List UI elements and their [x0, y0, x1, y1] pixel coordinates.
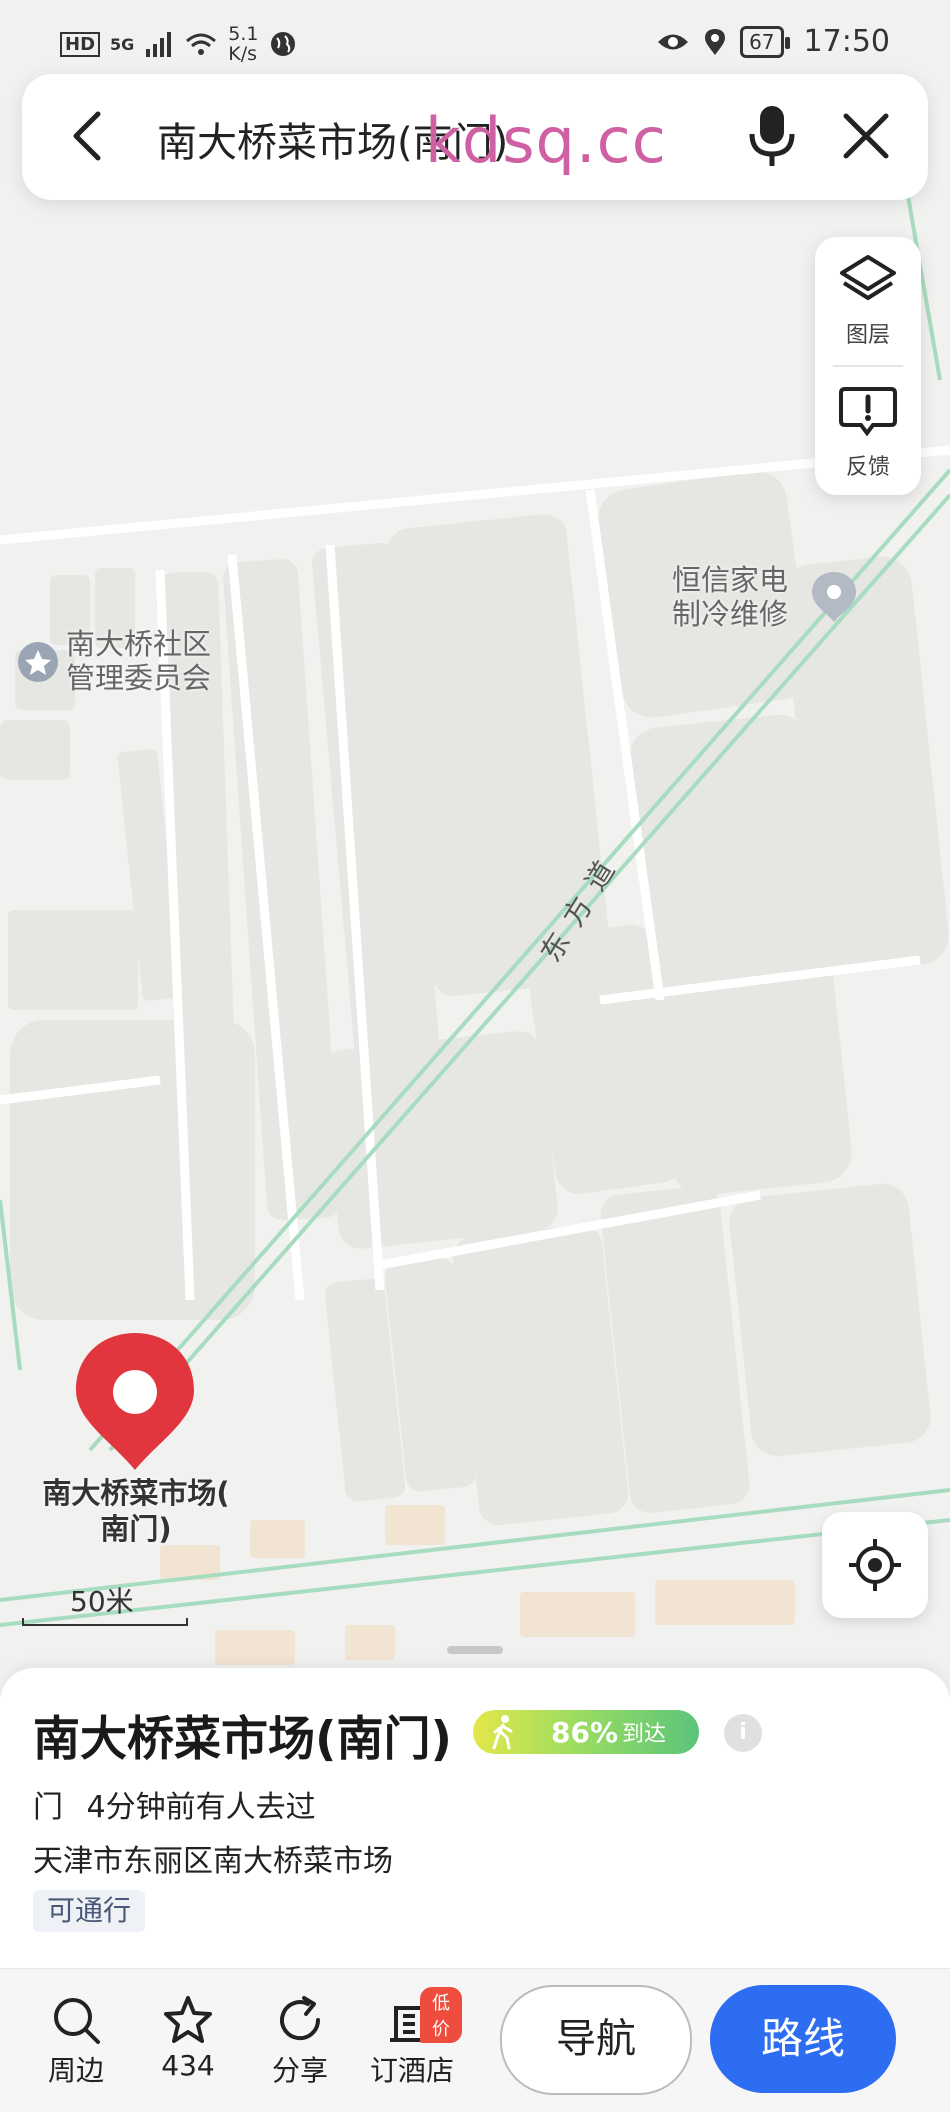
location-status-icon — [705, 28, 726, 55]
search-icon — [54, 1998, 100, 2044]
favorites-count: 434 — [161, 2049, 215, 2082]
signal-label: 5G — [110, 34, 135, 54]
place-address: 天津市东丽区南大桥菜市场 — [33, 1844, 393, 1879]
road-label-dongfangdao: 东方道 — [534, 843, 650, 967]
signal-bars-icon — [146, 32, 172, 57]
close-icon — [843, 113, 889, 159]
clear-button[interactable] — [834, 104, 898, 168]
microphone-icon — [749, 106, 795, 166]
feedback-label: 反馈 — [845, 455, 890, 480]
pin-label-line1: 南大桥菜市场( — [42, 1476, 230, 1510]
status-right: 67 17:50 — [656, 24, 890, 59]
nearby-button[interactable]: 周边 — [26, 1991, 126, 2089]
recent-visit: 4分钟前有人去过 — [86, 1790, 316, 1825]
committee-poi-icon — [18, 642, 58, 682]
clock: 17:50 — [803, 24, 890, 59]
tools-divider — [833, 365, 903, 367]
walking-person-icon — [492, 1715, 513, 1750]
layers-icon — [840, 255, 896, 300]
watermark: kdsq.cc — [425, 104, 667, 177]
crosshair-icon — [849, 1539, 901, 1591]
battery-indicator: 67 — [740, 25, 791, 58]
scale-bar — [22, 1618, 188, 1626]
place-title: 南大桥菜市场(南门) — [33, 1712, 452, 1767]
network-label: HD — [60, 31, 101, 57]
status-bar: HD 5G 5.1 K/s 67 17:50 — [0, 0, 950, 80]
net-speed-unit: K/s — [228, 43, 258, 65]
share-button[interactable]: 分享 — [250, 1991, 350, 2089]
poi-committee-line2: 管理委员会 — [66, 661, 212, 695]
pin-label-line2: 南门) — [100, 1512, 172, 1546]
poi-appliance-line1: 恒信家电 — [672, 563, 789, 597]
place-type-line: 门 4分钟前有人去过 — [33, 1782, 316, 1826]
nearby-label: 周边 — [47, 2054, 104, 2087]
passable-tag: 可通行 — [33, 1890, 146, 1932]
feedback-icon — [839, 387, 897, 437]
route-button[interactable]: 路线 — [710, 1985, 896, 2093]
sheet-drag-handle[interactable] — [447, 1646, 503, 1654]
locate-me-button[interactable] — [822, 1512, 928, 1618]
eye-icon — [658, 34, 689, 49]
poi-community-committee[interactable]: 南大桥社区 管理委员会 — [66, 627, 211, 695]
info-button[interactable]: i — [724, 1714, 762, 1752]
map-tools-panel: 图层 反馈 — [815, 237, 921, 495]
hotel-button[interactable]: 低价 订酒店 — [362, 1987, 462, 2089]
layers-button[interactable]: 图层 — [815, 251, 921, 349]
share-label: 分享 — [271, 2054, 328, 2087]
place-type: 门 — [33, 1790, 63, 1825]
back-button[interactable] — [58, 104, 122, 168]
share-icon — [280, 1996, 321, 2041]
layers-label: 图层 — [845, 323, 890, 348]
feedback-button[interactable]: 反馈 — [815, 383, 921, 481]
arrival-rate-badge: 86% 到达 — [473, 1710, 699, 1754]
navigate-button[interactable]: 导航 — [500, 1985, 692, 2095]
arrival-label: 到达 — [622, 1722, 667, 1747]
hotel-label: 订酒店 — [369, 2054, 454, 2087]
net-speed: 5.1 K/s — [228, 24, 258, 64]
hotel-badge: 低价 — [420, 1987, 462, 2043]
net-speed-value: 5.1 — [228, 23, 259, 45]
back-arrow-icon — [73, 111, 101, 161]
poi-appliance-repair[interactable]: 恒信家电 制冷维修 — [672, 563, 788, 631]
arrival-percent: 86% — [551, 1715, 619, 1749]
voice-button[interactable] — [740, 100, 804, 170]
pin-label[interactable]: 南大桥菜市场( 南门) — [20, 1475, 252, 1547]
favorite-button[interactable]: 434 — [138, 1991, 238, 2082]
poi-committee-line1: 南大桥社区 — [66, 627, 212, 661]
star-icon — [164, 1996, 212, 2043]
scale-label: 50米 — [70, 1585, 134, 1618]
poi-appliance-line2: 制冷维修 — [672, 597, 789, 631]
globe-icon — [270, 32, 295, 56]
wifi-icon — [186, 33, 217, 55]
status-left: HD 5G 5.1 K/s — [60, 24, 297, 64]
